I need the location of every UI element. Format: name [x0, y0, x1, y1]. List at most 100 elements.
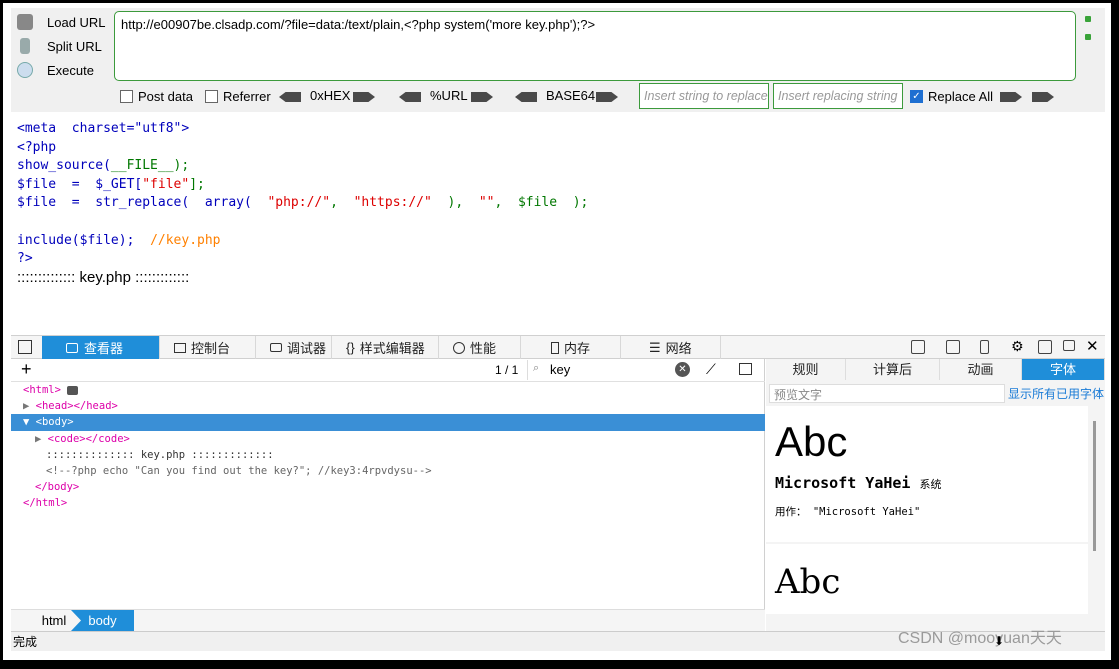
split-url-button[interactable]: Split URL — [17, 35, 102, 57]
preview-text-input[interactable]: 预览文字 — [769, 384, 1005, 403]
eyedropper-icon[interactable]: ⟋ — [706, 361, 716, 378]
event-badge-icon — [67, 385, 79, 395]
close-icon[interactable]: ✕ — [1086, 337, 1099, 355]
console-icon — [174, 342, 186, 353]
tab-memory[interactable]: 内存 — [521, 336, 621, 359]
source-line-blank — [17, 213, 588, 232]
source-line: show_source(__FILE__); — [17, 158, 190, 174]
hex-encode-arrow-icon[interactable] — [353, 92, 375, 102]
tree-node-head[interactable]: ▶ <head></head> — [11, 398, 765, 414]
post-data-checkbox[interactable]: Post data — [120, 89, 193, 104]
tab-rules[interactable]: 规则 — [766, 359, 846, 380]
font-sample-serif: Abc — [775, 562, 841, 602]
replace-arrow-icon[interactable] — [1000, 92, 1022, 102]
font-card-second: Abc — [766, 544, 1088, 614]
font-name: Microsoft YaHei 系统 — [775, 474, 942, 492]
scrollbar[interactable] — [1093, 421, 1096, 551]
layout-icon[interactable] — [911, 340, 925, 354]
show-all-fonts-link[interactable]: 显示所有已用字体 — [1008, 385, 1104, 402]
tab-style-editor[interactable]: {} 样式编辑器 — [332, 336, 439, 359]
source-line: $file = str_replace( array( "php://", "h… — [17, 195, 589, 211]
tab-inspector[interactable]: 查看器 — [42, 336, 160, 359]
sidebar-icon[interactable] — [946, 340, 960, 354]
hex-label: 0xHEX — [310, 88, 351, 103]
replace-all-checkbox[interactable]: ✓ Replace All — [910, 89, 993, 104]
network-icon: ☰ — [649, 339, 661, 355]
performance-icon — [453, 341, 465, 354]
clear-search-icon[interactable]: ✕ — [675, 362, 690, 377]
tree-text-node[interactable]: :::::::::::::: key.php ::::::::::::: — [11, 447, 765, 463]
tab-debugger[interactable]: 调试器 — [256, 336, 332, 359]
replace-string-input[interactable]: Insert replacing string — [773, 83, 903, 109]
font-card: Abc Microsoft YaHei 系统 用作： "Microsoft Ya… — [766, 406, 1088, 542]
hackbar-options: Post data Referrer 0xHEX %URL BASE64 Ins… — [11, 83, 1105, 109]
inspector-subbar: + 1 / 1 ⌕ key ✕ ⟋ — [11, 359, 765, 382]
status-text: 完成 — [13, 635, 38, 649]
toggle-sidebar-icon[interactable] — [739, 363, 752, 375]
tab-network[interactable]: ☰ 网络 — [621, 336, 721, 359]
tab-console[interactable]: 控制台 — [160, 336, 256, 359]
gear-icon[interactable]: ⚙ — [1011, 338, 1024, 355]
inspector-icon — [66, 342, 78, 353]
font-usage: 用作： "Microsoft YaHei" — [775, 506, 921, 518]
checkbox-box — [120, 90, 133, 103]
tab-animations[interactable]: 动画 — [940, 359, 1022, 380]
status-bar: 完成 CSDN @mooyuan天天 ⬇ — [11, 630, 1105, 651]
dom-tree: <html> ▶ <head></head> ▼ <body> ▶ <code>… — [11, 382, 765, 512]
watermark: CSDN @mooyuan天天 — [898, 630, 1062, 647]
memory-icon — [551, 341, 559, 354]
url-label: %URL — [430, 88, 468, 103]
responsive-icon[interactable] — [980, 340, 989, 354]
hackbar: Load URL Split URL Execute http://e00907… — [11, 8, 1105, 112]
tab-computed[interactable]: 计算后 — [846, 359, 940, 380]
url-encode-arrow-icon[interactable] — [471, 92, 493, 102]
base64-decode-arrow-icon[interactable] — [515, 92, 537, 102]
source-line: $file = $_GET["file"]; — [17, 176, 205, 192]
download-icon[interactable]: ⬇ — [994, 631, 1004, 651]
load-url-icon — [17, 14, 33, 30]
checkbox-box — [205, 90, 218, 103]
tree-node-body-close: </body> — [35, 481, 80, 494]
collapse-arrow-icon: ▼ — [23, 416, 36, 429]
element-picker-icon[interactable] — [18, 340, 32, 354]
load-url-button[interactable]: Load URL — [17, 11, 106, 33]
debugger-icon — [270, 343, 282, 352]
dock-icon[interactable] — [1038, 340, 1052, 354]
checkmark-icon: ✓ — [910, 90, 923, 103]
url-textarea[interactable]: http://e00907be.clsadp.com/?file=data:/t… — [114, 11, 1076, 81]
tree-node-html[interactable]: <html> — [11, 382, 765, 398]
markup-view: + 1 / 1 ⌕ key ✕ ⟋ <html> ▶ <head></head>… — [11, 359, 765, 631]
source-line: <?php — [17, 139, 57, 155]
source-line: include($file); //key.php — [17, 232, 221, 248]
braces-icon: {} — [346, 340, 355, 355]
match-count: 1 / 1 — [495, 363, 519, 377]
add-node-icon[interactable]: + — [21, 359, 32, 380]
expand-arrow-icon: ▶ — [23, 400, 36, 413]
php-source: <meta charset="utf8"> <?php show_source(… — [17, 120, 588, 269]
base64-encode-arrow-icon[interactable] — [596, 92, 618, 102]
breadcrumb: html body — [11, 609, 765, 631]
font-panel: 规则 计算后 动画 字体 预览文字 显示所有已用字体 Abc Microsoft… — [766, 359, 1105, 631]
tab-performance[interactable]: 性能 — [439, 336, 521, 359]
tree-comment-node[interactable]: <!--?php echo "Can you find out the key?… — [11, 463, 765, 479]
tree-node-html-close: </html> — [23, 497, 68, 510]
page-output: :::::::::::::: key.php ::::::::::::: — [17, 269, 190, 286]
split-url-icon — [20, 38, 30, 54]
hex-decode-arrow-icon[interactable] — [279, 92, 301, 102]
tree-node-code[interactable]: ▶ <code></code> — [11, 431, 765, 447]
base64-label: BASE64 — [546, 88, 596, 103]
devtools-toolbar: 查看器 控制台 调试器 {} 样式编辑器 性能 内存 ☰ 网络 ⚙ ✕ — [11, 335, 1105, 359]
search-input[interactable]: key — [527, 360, 691, 380]
tab-fonts[interactable]: 字体 — [1022, 359, 1105, 380]
decrease-icon[interactable] — [1085, 34, 1091, 40]
find-string-input[interactable]: Insert string to replace — [639, 83, 769, 109]
increase-icon[interactable] — [1085, 16, 1091, 22]
execute-button[interactable]: Execute — [17, 59, 94, 81]
replace-all-arrow-icon[interactable] — [1032, 92, 1054, 102]
separate-window-icon[interactable] — [1063, 340, 1075, 351]
source-line: ?> — [17, 251, 33, 267]
font-sample: Abc — [775, 418, 848, 465]
tree-node-body[interactable]: ▼ <body> — [11, 414, 765, 431]
referrer-checkbox[interactable]: Referrer — [205, 89, 271, 104]
url-decode-arrow-icon[interactable] — [399, 92, 421, 102]
